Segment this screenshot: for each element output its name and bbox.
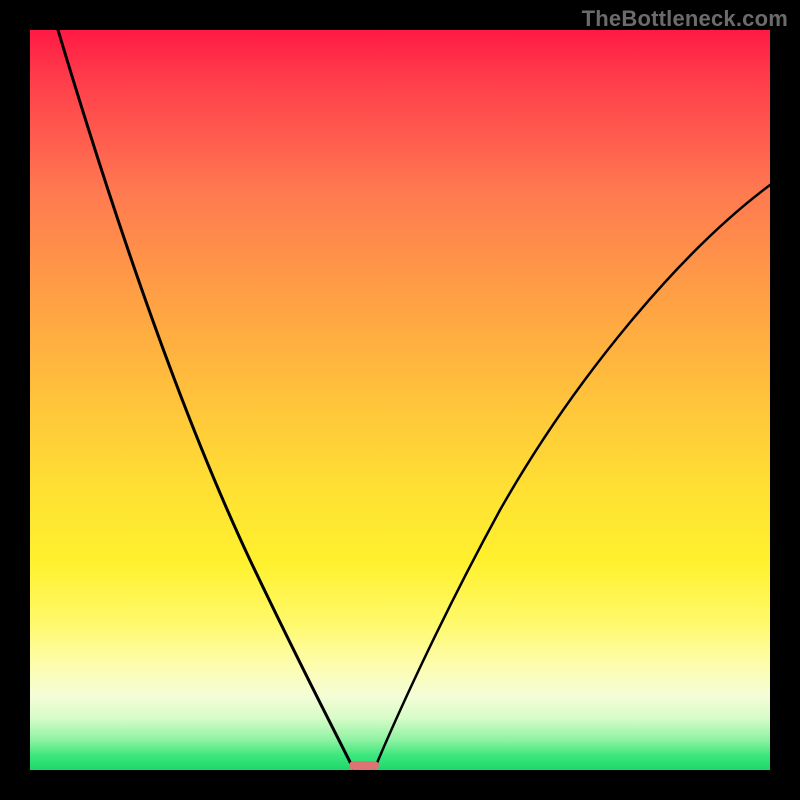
chart-frame: TheBottleneck.com bbox=[0, 0, 800, 800]
right-curve bbox=[374, 185, 770, 770]
bottleneck-marker bbox=[349, 761, 379, 770]
curve-layer bbox=[0, 0, 800, 800]
left-curve bbox=[58, 30, 354, 770]
